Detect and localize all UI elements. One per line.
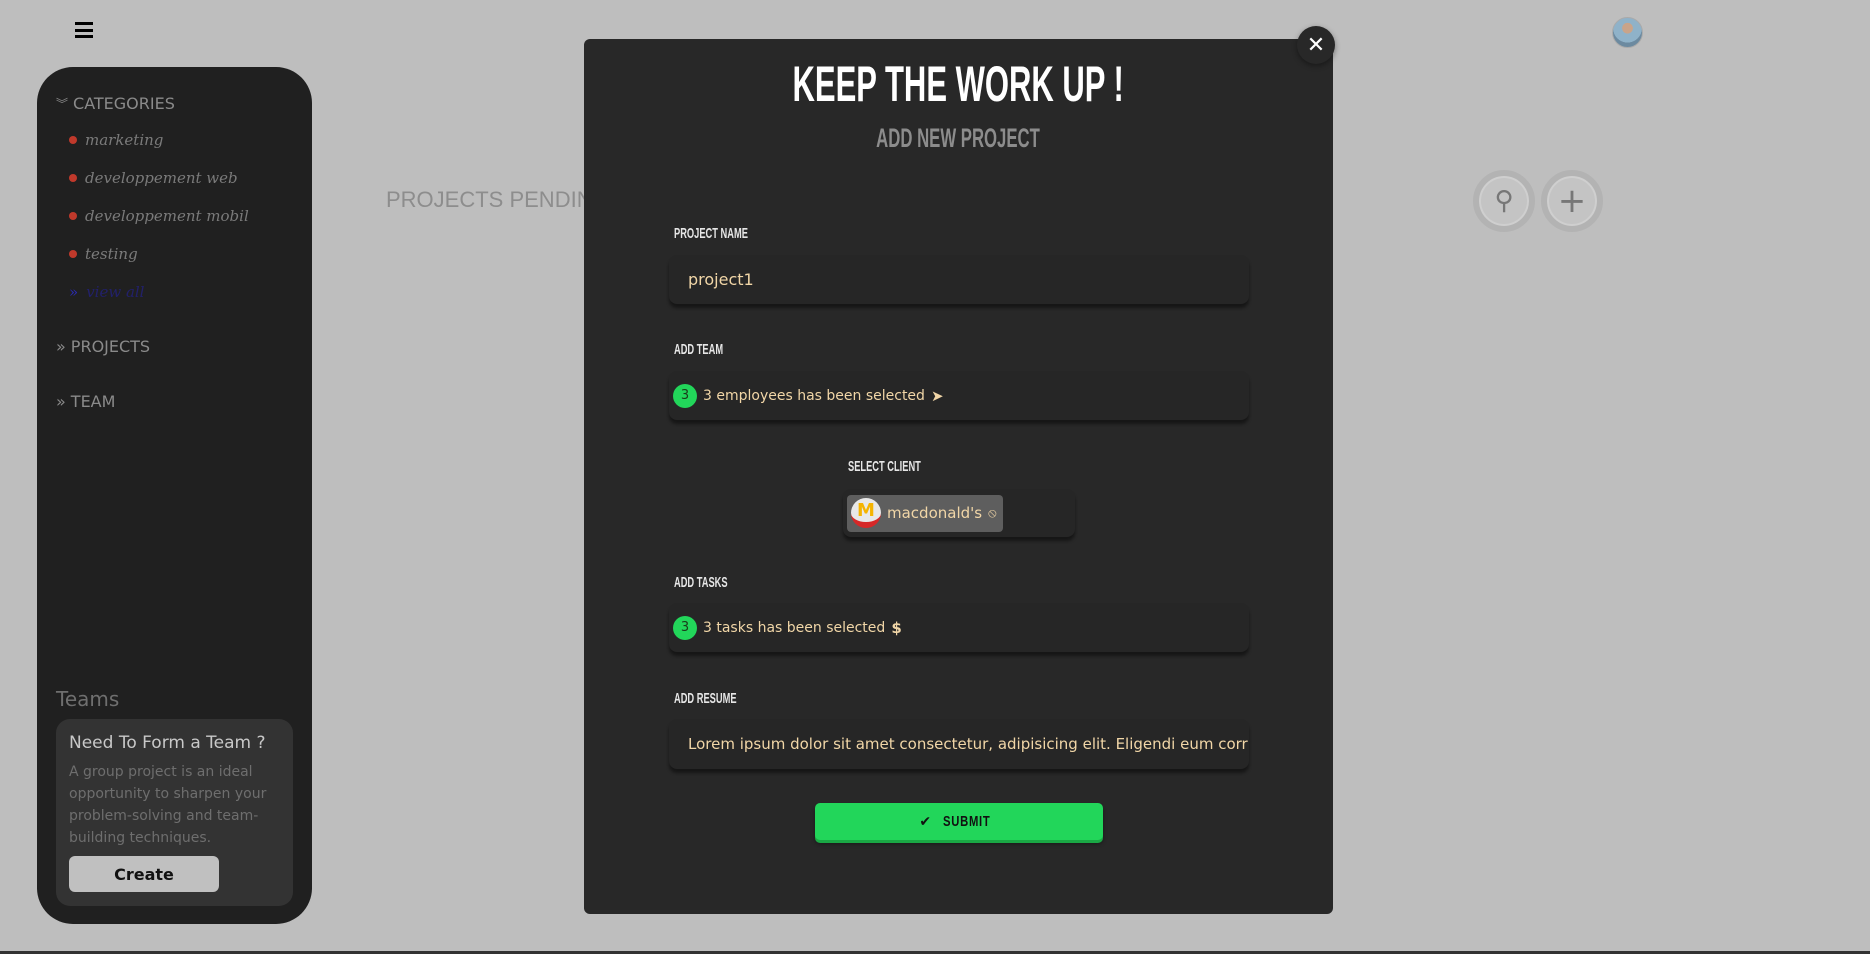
project-name-label: PROJECT NAME [674,225,748,242]
category-item[interactable]: developpement web [69,169,238,187]
add-tasks-field[interactable]: 33 tasks has been selected $ [669,603,1249,652]
view-all-link[interactable]: » view all [69,283,144,301]
select-client-label: SELECT CLIENT [848,458,921,475]
search-button[interactable]: ⚲ [1473,170,1535,232]
create-team-button[interactable]: Create [69,856,219,892]
modal-subtitle: ADD NEW PROJECT [876,123,1041,153]
menu-icon[interactable] [75,22,93,38]
chevron-double-right-icon: » [69,283,79,301]
dot-icon [69,250,77,258]
add-resume-label: ADD RESUME [674,690,737,707]
add-project-modal: KEEP THE WORK UP ! ADD NEW PROJECT PROJE… [584,39,1333,914]
card-text: A group project is an ideal opportunity … [69,764,267,846]
card-title: Need To Form a Team ? [69,733,266,753]
close-icon: ✕ [1306,32,1326,58]
page-heading: PROJECTS PENDIN [386,187,593,212]
sidebar-categories-toggle[interactable]: ︾ CATEGORIES [56,94,175,113]
sidebar: ︾ CATEGORIES marketing developpement web … [37,67,312,924]
add-project-button[interactable]: + [1541,170,1603,232]
user-avatar[interactable] [1612,17,1643,48]
mcdonalds-logo: M [851,498,881,528]
remove-client-icon[interactable]: ⦸ [988,506,996,521]
category-item[interactable]: marketing [69,131,163,149]
chevron-double-right-icon: » [56,392,66,411]
modal-title: KEEP THE WORK UP ! [792,56,1125,112]
dot-icon [69,174,77,182]
dollar-icon: $ [891,618,902,637]
resume-input[interactable]: Lorem ipsum dolor sit amet consectetur, … [669,719,1249,769]
paper-plane-icon: ➤ [930,386,944,405]
form-team-card: Need To Form a Team ? A group project is… [56,719,293,906]
category-item[interactable]: testing [69,245,138,263]
dot-icon [69,212,77,220]
dot-icon [69,136,77,144]
category-item[interactable]: developpement mobil [69,207,249,225]
chevron-double-right-icon: » [56,337,66,356]
add-team-field[interactable]: 33 employees has been selected ➤ [669,371,1249,420]
check-circle-icon: ✔ [919,813,932,830]
add-team-label: ADD TEAM [674,341,724,358]
tasks-count-badge: 3 [673,615,697,640]
search-icon: ⚲ [1494,186,1514,216]
project-name-input[interactable]: project1 [669,255,1249,304]
add-tasks-label: ADD TASKS [674,574,728,591]
client-select[interactable]: Mmacdonald's ⦸ [843,489,1075,537]
sidebar-team[interactable]: » TEAM [56,392,115,411]
team-count-badge: 3 [673,383,697,408]
sidebar-projects[interactable]: » PROJECTS [56,337,150,356]
plus-icon: + [1557,181,1587,221]
client-chip: Mmacdonald's ⦸ [847,494,1003,532]
submit-button[interactable]: ✔ SUBMIT [815,803,1103,840]
chevron-double-down-icon: ︾ [56,97,69,111]
teams-heading: Teams [56,687,120,711]
close-modal-button[interactable]: ✕ [1297,26,1335,64]
